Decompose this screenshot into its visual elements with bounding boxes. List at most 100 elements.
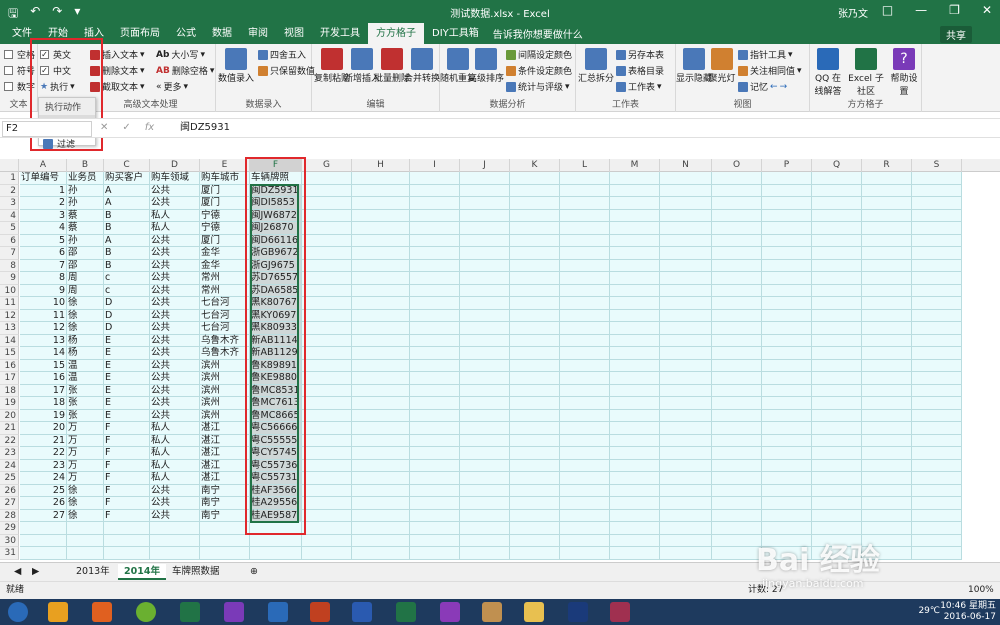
cell[interactable] <box>460 447 510 460</box>
cell[interactable] <box>560 534 610 547</box>
cell[interactable] <box>912 259 962 272</box>
cell[interactable] <box>560 359 610 372</box>
cell[interactable]: 万 <box>67 434 104 447</box>
cell[interactable] <box>610 347 660 360</box>
cell[interactable] <box>302 509 352 522</box>
row-header[interactable]: 5 <box>0 222 19 235</box>
cell[interactable] <box>712 384 762 397</box>
cell[interactable]: 23 <box>20 459 67 472</box>
cell[interactable] <box>712 522 762 535</box>
cell[interactable] <box>862 459 912 472</box>
cell[interactable]: 滨州 <box>200 409 250 422</box>
cell[interactable] <box>912 384 962 397</box>
cell[interactable] <box>712 447 762 460</box>
cell[interactable] <box>510 197 560 210</box>
cell[interactable]: B <box>104 222 150 235</box>
tab-3[interactable]: 页面布局 <box>112 23 168 44</box>
cell[interactable]: 常州 <box>200 284 250 297</box>
condition-color-button[interactable]: 条件设定颜色 <box>506 64 572 77</box>
cell[interactable]: 厦门 <box>200 184 250 197</box>
tab-6[interactable]: 审阅 <box>240 23 276 44</box>
cell[interactable]: 万 <box>67 472 104 485</box>
cell[interactable] <box>912 459 962 472</box>
cell[interactable] <box>712 234 762 247</box>
cell[interactable] <box>610 209 660 222</box>
cell[interactable]: 湛江 <box>200 459 250 472</box>
cell[interactable] <box>660 259 712 272</box>
cell[interactable]: 私人 <box>150 434 200 447</box>
cell[interactable] <box>660 184 712 197</box>
cell[interactable] <box>352 209 410 222</box>
cell[interactable] <box>660 472 712 485</box>
cell[interactable] <box>660 234 712 247</box>
cell[interactable] <box>352 534 410 547</box>
cell[interactable] <box>610 259 660 272</box>
cell[interactable] <box>862 309 912 322</box>
cell[interactable] <box>610 534 660 547</box>
onenote-icon[interactable] <box>224 602 244 622</box>
cell[interactable] <box>560 347 610 360</box>
cell[interactable] <box>302 247 352 260</box>
cell[interactable] <box>862 422 912 435</box>
cell[interactable] <box>912 472 962 485</box>
cell[interactable] <box>302 172 352 185</box>
cell[interactable]: 公共 <box>150 397 200 410</box>
cell[interactable] <box>812 509 862 522</box>
header-cell[interactable]: 购车城市 <box>200 172 250 185</box>
cell[interactable] <box>410 359 460 372</box>
cell[interactable]: 徐 <box>67 484 104 497</box>
cell[interactable]: 滨州 <box>200 384 250 397</box>
cell[interactable] <box>912 309 962 322</box>
cell[interactable] <box>912 284 962 297</box>
cell[interactable] <box>560 272 610 285</box>
cell[interactable] <box>762 434 812 447</box>
cell[interactable] <box>560 309 610 322</box>
sheet-tab[interactable]: 2013年 <box>70 564 116 580</box>
add-sheet-icon[interactable]: ⊕ <box>244 564 264 580</box>
cell[interactable] <box>460 309 510 322</box>
cell[interactable] <box>712 547 762 560</box>
cell[interactable] <box>352 334 410 347</box>
cell[interactable]: 21 <box>20 434 67 447</box>
cell[interactable] <box>104 547 150 560</box>
user-name[interactable]: 张乃文 <box>838 5 868 20</box>
cell[interactable] <box>660 422 712 435</box>
cell[interactable]: E <box>104 359 150 372</box>
column-header[interactable]: S <box>912 159 962 172</box>
cell[interactable]: E <box>104 409 150 422</box>
cell[interactable]: 常州 <box>200 272 250 285</box>
cell[interactable] <box>912 197 962 210</box>
column-header[interactable]: M <box>610 159 660 172</box>
cell[interactable] <box>460 509 510 522</box>
cell[interactable]: 私人 <box>150 422 200 435</box>
cell[interactable] <box>560 259 610 272</box>
cell[interactable] <box>912 222 962 235</box>
cell[interactable]: 滨州 <box>200 397 250 410</box>
cell[interactable] <box>410 347 460 360</box>
interval-color-button[interactable]: 间隔设定颜色 <box>506 48 572 61</box>
cell[interactable] <box>912 409 962 422</box>
cell[interactable] <box>912 434 962 447</box>
cell[interactable] <box>410 234 460 247</box>
cell[interactable]: 杨 <box>67 347 104 360</box>
prev-sheet-icon[interactable]: ◀ <box>8 564 27 580</box>
header-cell[interactable]: 购买客户 <box>104 172 150 185</box>
cell[interactable] <box>660 509 712 522</box>
cell[interactable]: 金华 <box>200 259 250 272</box>
cell[interactable] <box>302 234 352 247</box>
arrow-left-icon[interactable]: ← <box>770 82 778 92</box>
cell[interactable] <box>610 172 660 185</box>
cell[interactable] <box>610 409 660 422</box>
cell[interactable] <box>912 359 962 372</box>
cell[interactable] <box>352 434 410 447</box>
cell[interactable]: D <box>104 322 150 335</box>
cell[interactable] <box>410 322 460 335</box>
cell[interactable]: 万 <box>67 447 104 460</box>
cell[interactable]: 张 <box>67 409 104 422</box>
merge-convert-button[interactable]: 合并转换 <box>404 46 440 84</box>
tell-me-search[interactable]: 告诉我你想要做什么 <box>493 26 583 41</box>
cell[interactable] <box>510 297 560 310</box>
select-all-corner[interactable] <box>0 159 19 172</box>
cell[interactable] <box>510 497 560 510</box>
spotlight-button[interactable]: 聚光灯 <box>704 46 740 84</box>
